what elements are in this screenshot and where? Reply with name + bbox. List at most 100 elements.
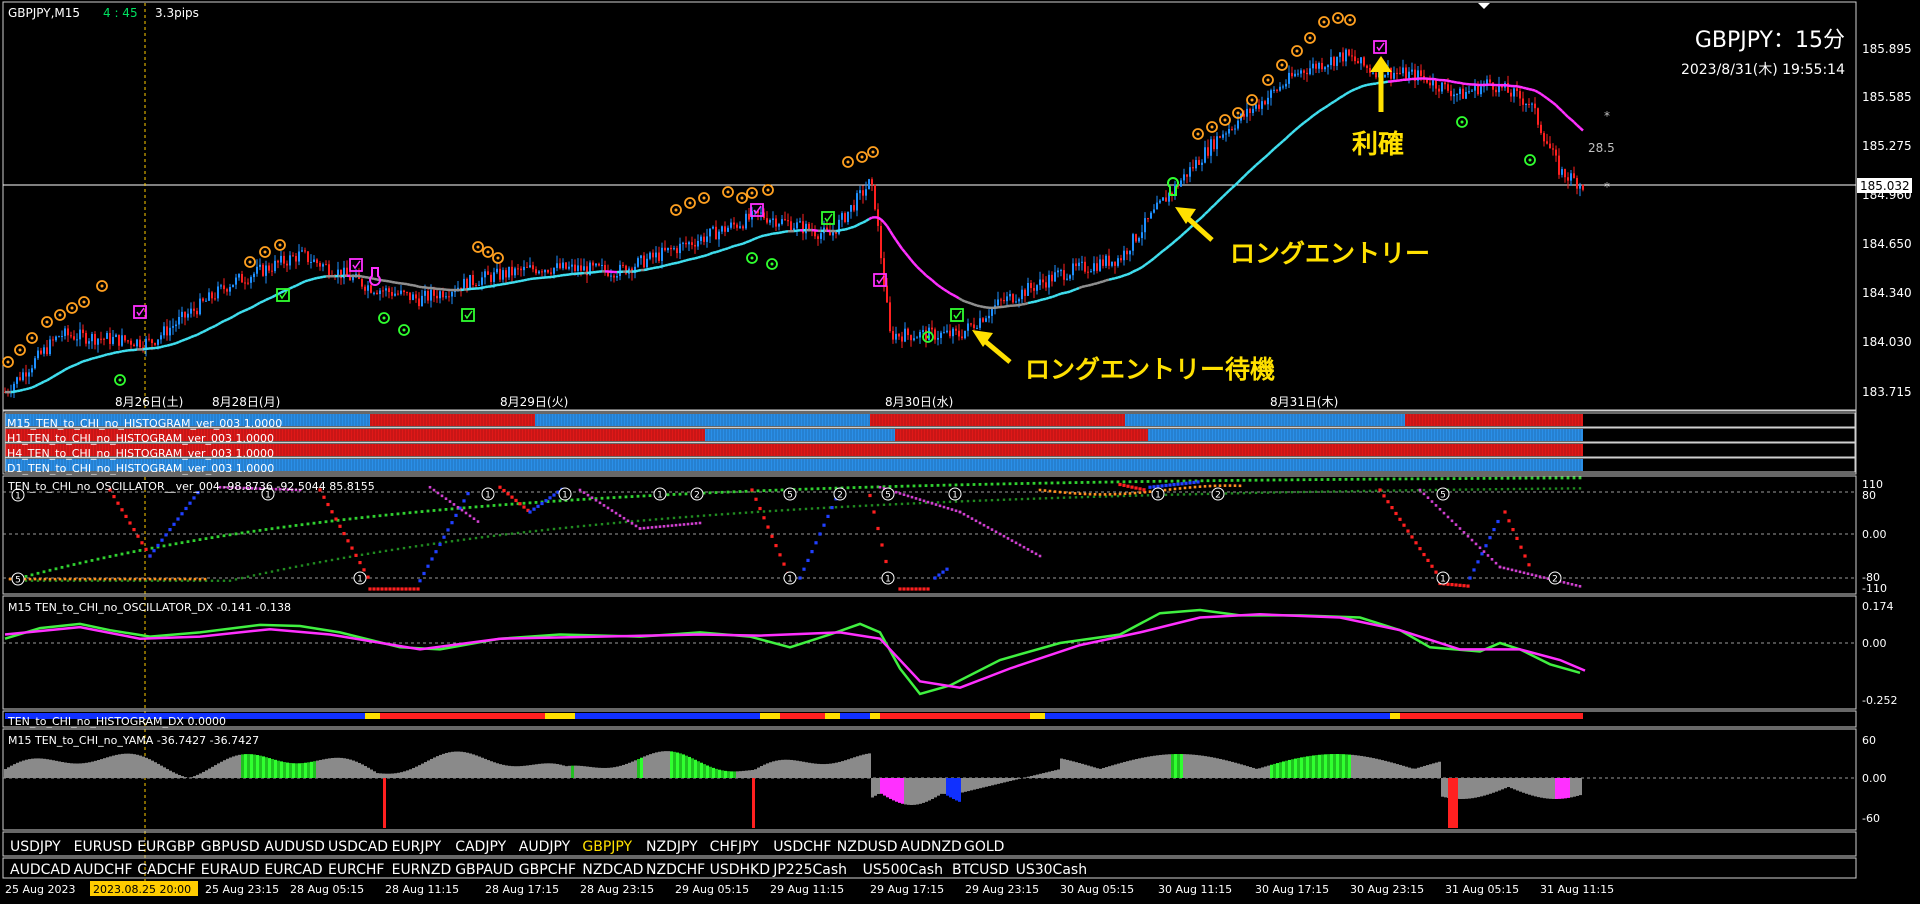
osc-orange-dot (1168, 488, 1172, 491)
ma-segment (208, 326, 213, 330)
candle-body (262, 264, 264, 276)
osc-green-dot (60, 565, 64, 569)
orange-signal-dot (1196, 132, 1200, 136)
osc-green-dot (1176, 479, 1180, 483)
candle-body (481, 277, 483, 285)
osc-darkgreen-dot (786, 508, 790, 512)
osc-green-dot (1296, 478, 1300, 482)
ma-segment (553, 274, 558, 278)
osc-fast-dot (1196, 480, 1200, 484)
osc-fast-dot (362, 568, 366, 572)
yama-bar (385, 773, 388, 778)
osc-orange-dot (1183, 486, 1187, 490)
osc-darkgreen-dot (936, 501, 940, 504)
yama-bar (103, 758, 106, 778)
osc-darkgreen-dot (324, 559, 328, 563)
candle-body (1579, 185, 1581, 189)
ma-segment (82, 359, 87, 363)
ma-segment (1063, 291, 1068, 295)
ma-segment (244, 308, 249, 312)
osc-green-dot (1230, 479, 1234, 482)
osc-darkgreen-dot (1086, 495, 1090, 499)
candle-body (430, 289, 432, 301)
candle-body (1006, 296, 1008, 302)
osc-darkgreen-dot (948, 500, 952, 504)
osc-fast-dot (1414, 541, 1418, 545)
yama-bar (175, 773, 178, 778)
ma-segment (748, 238, 753, 243)
osc-darkgreen-dot (1500, 487, 1504, 491)
candle-body (736, 224, 738, 228)
osc-fast-dot (902, 587, 906, 591)
ma-segment (703, 253, 708, 258)
osc-magenta-dot (602, 504, 606, 507)
yama-bar (217, 763, 220, 778)
candle-body (748, 213, 750, 220)
candle-body (58, 336, 60, 338)
ma-segment (835, 229, 840, 233)
osc-darkgreen-dot (1206, 492, 1210, 496)
yama-bar (97, 760, 100, 778)
osc-magenta-dot (978, 521, 982, 525)
osc-fast-dot (326, 502, 330, 507)
ma-segment (1114, 276, 1119, 280)
osc-green-dot (906, 484, 910, 488)
yama-bar (166, 769, 169, 778)
candle-body (46, 347, 48, 355)
ma-segment (1321, 106, 1326, 111)
candle-body (976, 327, 978, 329)
candle-body (535, 269, 537, 274)
ma-segment (652, 266, 657, 270)
ma-segment (757, 235, 762, 239)
osc-darkgreen-dot (792, 508, 796, 511)
osc-darkgreen-dot (450, 540, 454, 543)
candle-body (397, 293, 399, 295)
osc-fast-dot (404, 587, 408, 591)
osc-green-dot (1242, 478, 1246, 482)
yama-bar (289, 762, 292, 778)
osc-fast-dot (1458, 583, 1462, 587)
histogram-segment (1148, 429, 1583, 441)
green-signal-dot (402, 328, 406, 332)
ma-segment (742, 241, 747, 245)
yama-bar (244, 754, 247, 778)
osc-green-dot (1350, 477, 1354, 481)
osc-orange-dot (1128, 492, 1132, 495)
yama-bar (133, 754, 136, 778)
osc-green-dot (324, 520, 328, 524)
candle-body (1408, 71, 1410, 79)
candle-body (436, 295, 438, 299)
candle-body (946, 330, 948, 333)
osc-magenta-dot (950, 508, 954, 511)
osc-darkgreen-dot (396, 547, 400, 551)
osc-fast-dot (354, 553, 358, 557)
candle-body (1120, 258, 1122, 261)
osc-darkgreen-dot (342, 556, 346, 560)
candle-body (490, 274, 492, 282)
ma-segment (13, 389, 18, 393)
osc-green-dot (108, 555, 112, 558)
osc-darkgreen-dot (558, 527, 562, 530)
candle-body (1363, 57, 1365, 66)
osc-darkgreen-dot (1200, 492, 1204, 496)
osc-level: 80 (1862, 489, 1876, 502)
osc-green-dot (1128, 480, 1132, 484)
candle-body (34, 358, 36, 369)
ma-segment (61, 368, 66, 373)
osc-fast-dot (430, 557, 434, 561)
ma-segment (19, 388, 24, 392)
ma-segment (1141, 263, 1146, 269)
ma-segment (112, 351, 117, 355)
yama-bar (106, 757, 109, 778)
osc-fast-dot (544, 499, 548, 503)
candle-body (721, 226, 723, 232)
candle-body (547, 269, 549, 273)
osc-magenta-dot (966, 515, 970, 518)
orange-signal-dot (30, 336, 34, 340)
osc-fast-dot (941, 570, 945, 574)
osc-magenta-dot (1530, 573, 1534, 576)
osc-darkgreen-dot (534, 529, 538, 533)
candle-body (604, 265, 606, 271)
osc-darkgreen-dot (1308, 490, 1312, 494)
chart-window[interactable]: GBPJPY,M15 4 : 45 3.3pips GBPJPY：15分 202… (0, 0, 1920, 904)
